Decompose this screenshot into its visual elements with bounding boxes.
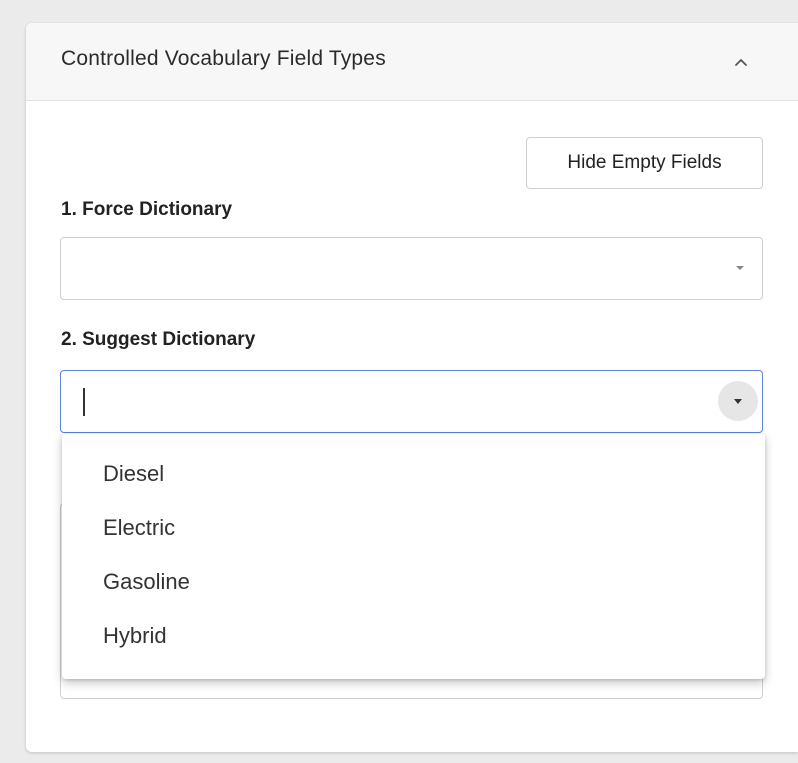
dropdown-option-diesel[interactable]: Diesel bbox=[62, 449, 765, 499]
chevron-up-icon bbox=[735, 59, 747, 66]
suggest-dictionary-dropdown: Diesel Electric Gasoline Hybrid bbox=[62, 434, 765, 679]
dropdown-option-electric[interactable]: Electric bbox=[62, 503, 765, 553]
panel-title: Controlled Vocabulary Field Types bbox=[61, 47, 386, 70]
force-dictionary-select[interactable] bbox=[60, 237, 763, 300]
dropdown-option-gasoline[interactable]: Gasoline bbox=[62, 557, 765, 607]
collapse-button[interactable] bbox=[726, 47, 756, 77]
panel-header[interactable]: Controlled Vocabulary Field Types bbox=[26, 23, 798, 101]
text-caret bbox=[83, 388, 85, 416]
chevron-down-icon bbox=[736, 266, 744, 270]
dropdown-toggle-button[interactable] bbox=[718, 381, 758, 421]
vocabulary-panel: Controlled Vocabulary Field Types Hide E… bbox=[26, 23, 798, 752]
page: Controlled Vocabulary Field Types Hide E… bbox=[0, 0, 798, 763]
dropdown-option-hybrid[interactable]: Hybrid bbox=[62, 611, 765, 661]
suggest-dictionary-label: 2. Suggest Dictionary bbox=[61, 329, 256, 350]
suggest-dictionary-input[interactable] bbox=[60, 370, 763, 433]
chevron-down-icon bbox=[734, 399, 742, 404]
force-dictionary-label: 1. Force Dictionary bbox=[61, 199, 233, 220]
hide-empty-fields-button[interactable]: Hide Empty Fields bbox=[526, 137, 763, 189]
